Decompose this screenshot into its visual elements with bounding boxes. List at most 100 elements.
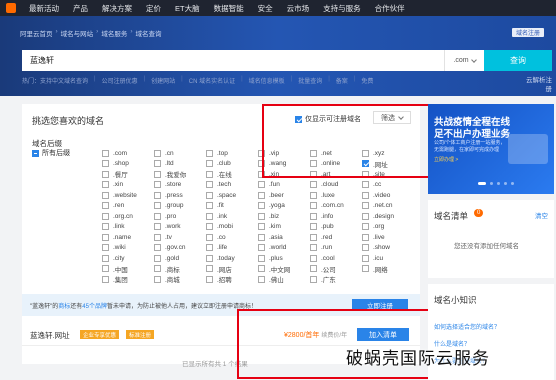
- carousel-dot[interactable]: [478, 182, 486, 185]
- suffix-option[interactable]: .red: [310, 232, 362, 243]
- suffix-option[interactable]: .餐厅: [102, 169, 154, 180]
- suffix-checkbox[interactable]: [362, 254, 369, 262]
- suffix-option[interactable]: .广东: [310, 274, 362, 285]
- suffix-option[interactable]: .top: [206, 148, 258, 159]
- suffix-option[interactable]: .name: [102, 232, 154, 243]
- suffix-option[interactable]: .fun: [258, 180, 310, 191]
- suffix-checkbox[interactable]: [102, 170, 109, 178]
- suffix-checkbox[interactable]: [154, 244, 161, 252]
- suffix-option[interactable]: .shop: [102, 159, 154, 170]
- suffix-checkbox[interactable]: [258, 202, 265, 210]
- all-suffix-toggle[interactable]: 所有后缀: [32, 148, 70, 158]
- suffix-checkbox[interactable]: [206, 202, 213, 210]
- suffix-option[interactable]: .网络: [362, 264, 414, 275]
- suffix-option[interactable]: .space: [206, 190, 258, 201]
- suffix-option[interactable]: .cool: [310, 253, 362, 264]
- suffix-checkbox[interactable]: [154, 233, 161, 241]
- suffix-checkbox[interactable]: [206, 244, 213, 252]
- domain-search-input[interactable]: [22, 50, 444, 71]
- suffix-checkbox[interactable]: [206, 223, 213, 231]
- suffix-option[interactable]: .kim: [258, 222, 310, 233]
- suffix-option[interactable]: .wiki: [102, 243, 154, 254]
- suffix-checkbox[interactable]: [206, 149, 213, 157]
- aliyun-logo[interactable]: [0, 0, 22, 16]
- suffix-option[interactable]: .cloud: [310, 180, 362, 191]
- suffix-checkbox[interactable]: [206, 160, 213, 168]
- suffix-checkbox[interactable]: [206, 181, 213, 189]
- suffix-checkbox[interactable]: [310, 275, 317, 283]
- suffix-option[interactable]: .gov.cn: [154, 243, 206, 254]
- suffix-checkbox[interactable]: [154, 149, 161, 157]
- breadcrumb-domain-service[interactable]: 域名服务: [101, 28, 127, 38]
- suffix-checkbox[interactable]: [258, 191, 265, 199]
- suffix-option[interactable]: .asia: [258, 232, 310, 243]
- suffix-checkbox[interactable]: [154, 191, 161, 199]
- clear-list-link[interactable]: 清空: [535, 210, 548, 220]
- suffix-option[interactable]: .cc: [362, 180, 414, 191]
- suffix-checkbox[interactable]: [102, 191, 109, 199]
- promo-link[interactable]: 立即办理 >: [434, 156, 458, 163]
- suffix-option[interactable]: .招聘: [206, 274, 258, 285]
- suffix-checkbox[interactable]: [362, 233, 369, 241]
- carousel-dot[interactable]: [490, 182, 493, 185]
- suffix-option[interactable]: .run: [310, 243, 362, 254]
- nav-item-activity[interactable]: 最新活动: [22, 3, 66, 14]
- hint-link[interactable]: 免费: [361, 76, 373, 85]
- hint-link[interactable]: 热门：支持中文域名查询: [22, 76, 88, 85]
- nav-item-products[interactable]: 产品: [66, 3, 95, 14]
- suffix-option[interactable]: .beer: [258, 190, 310, 201]
- breadcrumb-domains-sites[interactable]: 域名与网站: [61, 28, 94, 38]
- suffix-checkbox[interactable]: [102, 202, 109, 210]
- suffix-checkbox[interactable]: [310, 191, 317, 199]
- suffix-checkbox[interactable]: [258, 223, 265, 231]
- suffix-checkbox[interactable]: [154, 223, 161, 231]
- carousel-dot[interactable]: [504, 182, 507, 185]
- suffix-option[interactable]: .在线: [206, 169, 258, 180]
- suffix-option[interactable]: .plus: [258, 253, 310, 264]
- suffix-checkbox[interactable]: [362, 202, 369, 210]
- suffix-option[interactable]: .world: [258, 243, 310, 254]
- suffix-checkbox[interactable]: [362, 181, 369, 189]
- suffix-checkbox[interactable]: [310, 202, 317, 210]
- hint-link[interactable]: 公司注册优惠: [102, 76, 138, 85]
- suffix-checkbox[interactable]: [258, 275, 265, 283]
- suffix-checkbox[interactable]: [310, 233, 317, 241]
- suffix-option[interactable]: .group: [154, 201, 206, 212]
- suffix-checkbox[interactable]: [102, 160, 109, 168]
- suffix-checkbox[interactable]: [102, 223, 109, 231]
- nav-item-et-brain[interactable]: ET大脑: [168, 3, 207, 14]
- suffix-option[interactable]: .show: [362, 243, 414, 254]
- suffix-checkbox[interactable]: [206, 212, 213, 220]
- suffix-checkbox[interactable]: [154, 265, 161, 273]
- suffix-checkbox[interactable]: [258, 233, 265, 241]
- suffix-option[interactable]: .live: [362, 232, 414, 243]
- suffix-option[interactable]: .商标: [154, 264, 206, 275]
- suffix-checkbox[interactable]: [362, 212, 369, 220]
- suffix-option[interactable]: .ltd: [154, 159, 206, 170]
- suffix-option[interactable]: .ink: [206, 211, 258, 222]
- suffix-checkbox[interactable]: [310, 181, 317, 189]
- suffix-checkbox[interactable]: [154, 170, 161, 178]
- suffix-checkbox[interactable]: [154, 275, 161, 283]
- notice-highlight-brands[interactable]: 45个品牌: [82, 304, 107, 310]
- suffix-option[interactable]: .yoga: [258, 201, 310, 212]
- suffix-option[interactable]: .info: [310, 211, 362, 222]
- suffix-checkbox[interactable]: [154, 254, 161, 262]
- suffix-checkbox[interactable]: [258, 265, 265, 273]
- suffix-option[interactable]: .org.cn: [102, 211, 154, 222]
- suffix-checkbox[interactable]: [154, 212, 161, 220]
- suffix-checkbox[interactable]: [102, 233, 109, 241]
- suffix-option[interactable]: .com.cn: [310, 201, 362, 212]
- suffix-checkbox[interactable]: [310, 254, 317, 262]
- suffix-option[interactable]: .tech: [206, 180, 258, 191]
- suffix-checkbox[interactable]: [258, 212, 265, 220]
- hint-link[interactable]: 创建网站: [151, 76, 175, 85]
- suffix-checkbox[interactable]: [206, 191, 213, 199]
- suffix-option[interactable]: .mobi: [206, 222, 258, 233]
- suffix-option[interactable]: .中国: [102, 264, 154, 275]
- suffix-option[interactable]: .press: [154, 190, 206, 201]
- suffix-option[interactable]: .商城: [154, 274, 206, 285]
- suffix-checkbox[interactable]: [102, 265, 109, 273]
- carousel-dot[interactable]: [511, 182, 514, 185]
- suffix-option[interactable]: .city: [102, 253, 154, 264]
